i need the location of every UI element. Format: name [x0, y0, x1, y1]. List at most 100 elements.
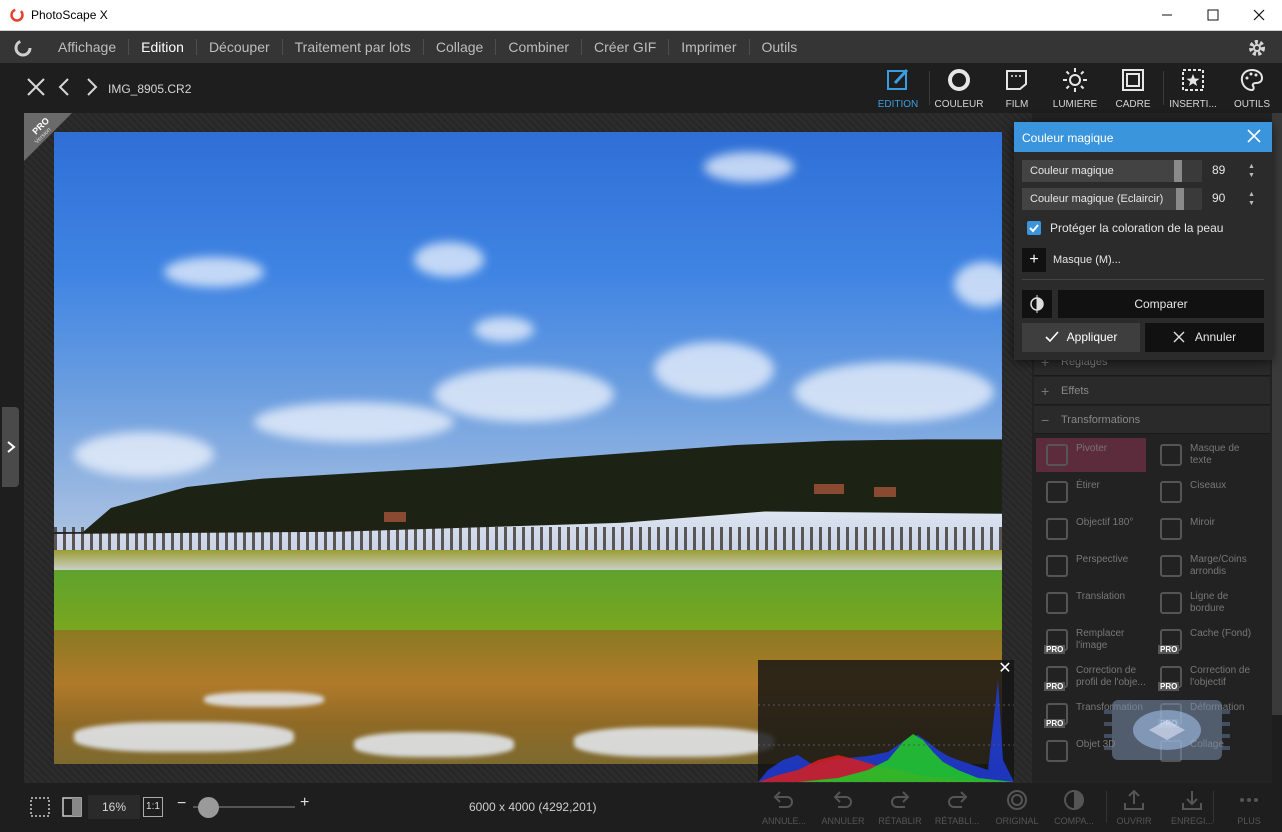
cancel-label: Annuler — [1194, 330, 1237, 344]
bottom-action-open[interactable]: OUVRIR — [1108, 787, 1160, 831]
image-dimensions: 6000 x 4000 (4292,201) — [469, 800, 597, 814]
close-icon[interactable] — [1246, 128, 1262, 144]
histogram-close-icon[interactable]: ✕ — [996, 660, 1014, 678]
close-window-button[interactable] — [1236, 0, 1282, 30]
menu-item-3[interactable]: Traitement par lots — [283, 39, 424, 55]
menu-item-1[interactable]: Edition — [129, 39, 197, 55]
panel-section-1[interactable]: + Effets — [1034, 377, 1270, 405]
apply-button[interactable]: Appliquer — [1022, 323, 1140, 352]
transform-tool-6[interactable]: Perspective — [1036, 549, 1146, 583]
spin-arrows-icon[interactable]: ▲ ▼ — [1248, 162, 1258, 180]
bottom-action-undo[interactable]: ANNULER — [817, 787, 869, 831]
bottom-action-more[interactable]: PLUS — [1223, 787, 1275, 831]
transform-tool-9[interactable]: Ligne de bordure — [1150, 586, 1260, 620]
magic-color-popup: Couleur magique Couleur magique 89 ▲ ▼ Co… — [1014, 122, 1272, 360]
transform-tool-12[interactable]: Correction de profil de l'obje... PRO — [1036, 660, 1146, 694]
tool-label: Perspective — [1076, 554, 1129, 565]
actual-size-button[interactable]: 1:1 — [143, 797, 163, 817]
tool-edition[interactable]: EDITION — [868, 67, 928, 113]
bottom-action-undo-all[interactable]: ANNULE... — [758, 787, 810, 831]
bottom-action-redo[interactable]: RÉTABLIR — [874, 787, 926, 831]
app-logo-icon — [10, 8, 24, 22]
transform-tool-10[interactable]: Remplacer l'image PRO — [1036, 623, 1146, 657]
tool-label: Cache (Fond) — [1190, 628, 1252, 639]
bottom-action-save[interactable]: ENREGI... — [1166, 787, 1218, 831]
close-image-icon[interactable] — [26, 77, 46, 97]
next-image-icon[interactable] — [84, 77, 100, 97]
slider-value[interactable]: 89 — [1212, 163, 1246, 181]
tool-insertion[interactable]: INSERTI... — [1163, 67, 1223, 113]
menu-item-6[interactable]: Créer GIF — [582, 39, 670, 55]
transform-tool-3[interactable]: Ciseaux — [1150, 475, 1260, 509]
right-panel-scrollbar[interactable] — [1272, 113, 1282, 715]
protect-skin-label[interactable]: Protéger la coloration de la peau — [1050, 221, 1223, 235]
slider-magic-color-brighten[interactable]: Couleur magique (Eclaircir) 90 ▲ ▼ — [1022, 188, 1270, 210]
compare-button[interactable]: Comparer — [1058, 290, 1264, 318]
menu-item-2[interactable]: Découper — [197, 39, 283, 55]
previous-image-icon[interactable] — [56, 77, 72, 97]
bottom-action-compare[interactable]: COMPA... — [1048, 787, 1100, 831]
mask-label[interactable]: Masque (M)... — [1053, 254, 1121, 266]
slider-value[interactable]: 90 — [1212, 191, 1246, 209]
tool-outils[interactable]: OUTILS — [1222, 67, 1282, 113]
menu-item-7[interactable]: Imprimer — [669, 39, 750, 55]
slider-track[interactable]: Couleur magique (Eclaircir) — [1022, 188, 1202, 210]
zoom-slider-knob[interactable] — [198, 797, 219, 818]
before-after-icon[interactable] — [61, 796, 83, 818]
maximize-button[interactable] — [1190, 0, 1236, 30]
slider-magic-color[interactable]: Couleur magique 89 ▲ ▼ — [1022, 160, 1270, 182]
cancel-button[interactable]: Annuler — [1145, 323, 1264, 352]
frame-icon — [1122, 69, 1144, 91]
transform-tool-2[interactable]: Étirer — [1036, 475, 1146, 509]
tool-couleur[interactable]: COULEUR — [929, 67, 989, 113]
tool-icon — [1046, 592, 1068, 614]
bottom-action-original[interactable]: ORIGINAL — [991, 787, 1043, 831]
menu-item-4[interactable]: Collage — [424, 39, 497, 55]
transform-tool-1[interactable]: Masque de texte — [1150, 438, 1260, 472]
spin-arrows-icon[interactable]: ▲ ▼ — [1248, 190, 1258, 208]
transform-tool-7[interactable]: Marge/Coins arrondis — [1150, 549, 1260, 583]
tool-icon — [1046, 740, 1068, 762]
minimize-icon — [1162, 14, 1172, 16]
zoom-out-button[interactable]: − — [177, 795, 186, 813]
selection-icon[interactable] — [29, 796, 51, 818]
gear-icon[interactable] — [1246, 37, 1268, 59]
slider-knob[interactable] — [1176, 188, 1184, 210]
tool-film[interactable]: FILM — [987, 67, 1047, 113]
transform-tool-8[interactable]: Translation — [1036, 586, 1146, 620]
protect-skin-checkbox[interactable] — [1027, 221, 1041, 235]
tool-label: Étirer — [1076, 480, 1100, 491]
title-bar: PhotoScape X — [0, 0, 1282, 31]
tool-label: Remplacer l'image — [1076, 628, 1125, 651]
tool-label: Ligne de bordure — [1190, 591, 1229, 614]
zoom-value[interactable]: 16% — [88, 795, 140, 819]
tool-cadre[interactable]: CADRE — [1103, 67, 1163, 113]
add-mask-button[interactable]: + — [1022, 248, 1046, 272]
transform-tool-5[interactable]: Miroir — [1150, 512, 1260, 546]
minimize-button[interactable] — [1144, 0, 1190, 30]
left-panel-toggle[interactable] — [2, 407, 19, 487]
split-compare-button[interactable] — [1022, 290, 1052, 318]
edit-icon — [887, 68, 909, 90]
checkmark-icon — [1045, 331, 1059, 343]
zoom-in-button[interactable]: + — [300, 794, 309, 812]
menu-item-0[interactable]: Affichage — [46, 39, 130, 55]
transform-tool-4[interactable]: Objectif 180° — [1036, 512, 1146, 546]
undo-all-icon — [773, 791, 793, 808]
bottom-action-label: RÉTABLIR — [878, 816, 922, 826]
panel-section-2[interactable]: − Transformations — [1034, 406, 1270, 434]
slider-knob[interactable] — [1174, 160, 1182, 182]
maximize-icon — [1207, 9, 1219, 21]
tool-lumiere[interactable]: LUMIÈRE — [1045, 67, 1105, 113]
transform-tool-11[interactable]: Cache (Fond) PRO — [1150, 623, 1260, 657]
slider-track[interactable]: Couleur magique — [1022, 160, 1202, 182]
menu-item-5[interactable]: Combiner — [496, 39, 583, 55]
bottom-action-redo-all[interactable]: RÉTABLI... — [931, 787, 983, 831]
transform-tool-13[interactable]: Correction de l'objectif PRO — [1150, 660, 1260, 694]
sun-icon — [1063, 68, 1087, 92]
menu-item-8[interactable]: Outils — [750, 39, 810, 55]
transform-tool-0[interactable]: Pivoter — [1036, 438, 1146, 472]
home-icon[interactable] — [13, 38, 33, 58]
tool-icon — [1160, 444, 1182, 466]
file-name: IMG_8905.CR2 — [108, 82, 192, 96]
